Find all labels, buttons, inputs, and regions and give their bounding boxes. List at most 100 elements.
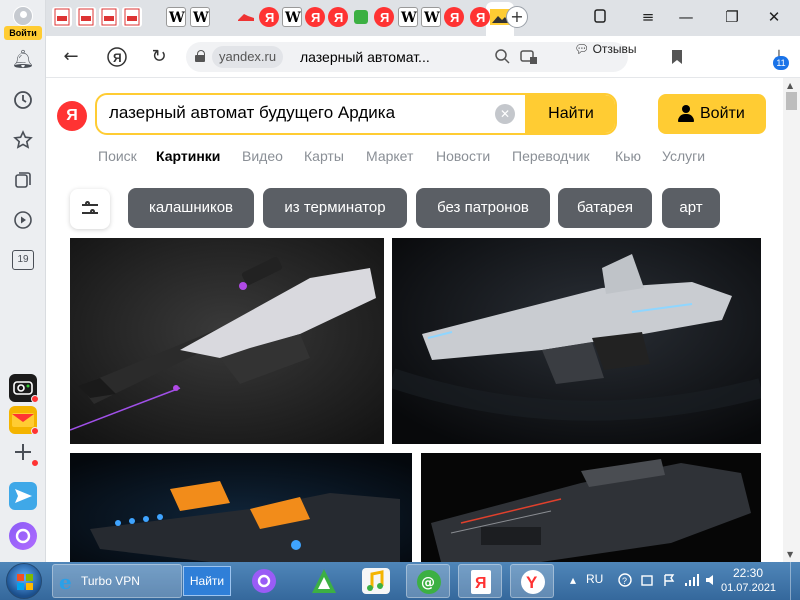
keyboard-language[interactable]: RU xyxy=(586,572,603,586)
menu-icon[interactable]: ≡ xyxy=(638,8,658,26)
search-box[interactable]: лазерный автомат будущего Ардика ✕ Найти xyxy=(95,93,617,135)
taskbar: e Turbo VPN Найти @ Я Y ▴ RU ? 22:30 01.… xyxy=(0,562,800,600)
alice-taskbar-icon[interactable] xyxy=(242,564,286,598)
tab-services[interactable]: Услуги xyxy=(662,148,705,164)
scroll-up-icon[interactable]: ▲ xyxy=(787,81,793,90)
login-button[interactable]: Войти xyxy=(658,94,766,134)
yandex-browser-taskbar-icon[interactable]: Y xyxy=(510,564,554,598)
star-icon[interactable] xyxy=(11,128,35,152)
video-icon[interactable] xyxy=(11,208,35,232)
sidebar-login[interactable]: Войти xyxy=(4,4,42,40)
back-icon[interactable]: ← xyxy=(58,44,84,70)
tab-pdf-icon[interactable] xyxy=(76,7,96,27)
send-app-icon[interactable] xyxy=(9,482,37,510)
aimp-icon[interactable] xyxy=(302,564,346,598)
scroll-thumb[interactable] xyxy=(786,92,797,110)
search-button[interactable]: Найти xyxy=(525,95,615,133)
icq-icon[interactable]: @ xyxy=(406,564,450,598)
camera-app-icon[interactable] xyxy=(9,374,39,403)
tab-yandex-icon[interactable]: Я xyxy=(444,7,464,27)
related-chip[interactable]: из терминатор xyxy=(263,188,407,228)
music-icon[interactable] xyxy=(354,564,398,598)
minimize-icon[interactable]: — xyxy=(676,8,696,26)
filters-button[interactable] xyxy=(70,189,110,229)
tab-yandex-icon[interactable]: Я xyxy=(305,7,325,27)
tab-wikipedia-icon[interactable]: W xyxy=(398,7,418,27)
turbo-vpn-taskbar-item[interactable]: e Turbo VPN xyxy=(52,564,182,598)
vpn-search-button[interactable]: Найти xyxy=(183,566,231,596)
address-bar[interactable]: yandex.ru лазерный автомат... xyxy=(186,42,628,72)
tab-pdf-icon[interactable] xyxy=(122,7,142,27)
related-chip[interactable]: арт xyxy=(662,188,720,228)
reviews-button[interactable]: 💬︎ Отзывы xyxy=(574,42,637,56)
calendar-icon[interactable]: 19 xyxy=(12,250,34,270)
tab-yandex-icon[interactable]: Я xyxy=(328,7,348,27)
image-result[interactable] xyxy=(70,453,412,562)
alice-icon[interactable] xyxy=(9,522,37,550)
ie-icon: e xyxy=(59,571,72,593)
related-chip[interactable]: калашников xyxy=(128,188,254,228)
tabs-manager-icon[interactable] xyxy=(590,8,610,28)
notification-dot xyxy=(31,427,39,435)
svg-text:?: ? xyxy=(622,576,627,586)
bookmark-icon[interactable] xyxy=(664,44,690,70)
search-input[interactable]: лазерный автомат будущего Ардика xyxy=(109,103,395,123)
tab-wikipedia-icon[interactable]: W xyxy=(190,7,210,27)
tab-video[interactable]: Видео xyxy=(242,148,283,164)
network-icon[interactable] xyxy=(684,573,700,590)
tray-expand-icon[interactable]: ▴ xyxy=(570,573,576,587)
tab-pdf-icon[interactable] xyxy=(52,7,72,27)
clear-search-icon[interactable]: ✕ xyxy=(495,104,515,124)
tab-strip: W W Я W Я Я Я W W Я Я + ≡ — ❐ ✕ xyxy=(46,0,800,36)
related-chip[interactable]: без патронов xyxy=(416,188,550,228)
yandex-taskbar-icon[interactable]: Я xyxy=(458,564,502,598)
add-app-icon[interactable] xyxy=(9,438,39,467)
tab-images[interactable]: Картинки xyxy=(156,148,220,164)
bell-icon[interactable]: 🔔︎ xyxy=(11,48,35,72)
domain-chip[interactable]: yandex.ru xyxy=(212,46,284,68)
mail-app-icon[interactable] xyxy=(9,406,39,435)
image-result[interactable] xyxy=(70,238,384,444)
tab-market[interactable]: Маркет xyxy=(366,148,413,164)
tab-wikipedia-icon[interactable]: W xyxy=(166,7,186,27)
reader-icon[interactable] xyxy=(494,48,510,68)
svg-text:@: @ xyxy=(421,575,435,591)
clock-time[interactable]: 22:30 xyxy=(733,566,763,580)
vpn-label: Turbo VPN xyxy=(81,574,140,588)
tab-news[interactable]: Новости xyxy=(436,148,490,164)
tab-search[interactable]: Поиск xyxy=(98,148,137,164)
yandex-logo[interactable]: Я xyxy=(57,101,87,131)
restore-icon[interactable]: ❐ xyxy=(722,8,742,26)
new-tab-button[interactable]: + xyxy=(506,6,528,28)
image-result[interactable] xyxy=(392,238,761,444)
tab-wikipedia-icon[interactable]: W xyxy=(282,7,302,27)
reload-icon[interactable]: ↻ xyxy=(146,44,172,70)
tab-yandex-icon[interactable]: Я xyxy=(259,7,279,27)
show-desktop-button[interactable] xyxy=(790,562,800,600)
tab-translator[interactable]: Переводчик xyxy=(512,148,590,164)
tab-yandex-icon[interactable]: Я xyxy=(470,7,490,27)
close-icon[interactable]: ✕ xyxy=(764,8,784,26)
volume-icon[interactable] xyxy=(704,573,718,590)
tab-green-square-icon[interactable] xyxy=(354,10,368,24)
history-icon[interactable] xyxy=(11,88,35,112)
tab-wikipedia-icon[interactable]: W xyxy=(421,7,441,27)
related-chip[interactable]: батарея xyxy=(558,188,652,228)
image-result[interactable] xyxy=(421,453,761,562)
start-button[interactable] xyxy=(6,563,42,599)
help-icon[interactable]: ? xyxy=(618,573,632,590)
page-scrollbar[interactable]: ▲ ▼ xyxy=(783,78,800,562)
tab-pdf-icon[interactable] xyxy=(99,7,119,27)
yandex-home-icon[interactable]: Я xyxy=(104,44,130,70)
tab-yandex-icon[interactable]: Я xyxy=(374,7,394,27)
flag-icon[interactable] xyxy=(662,573,676,590)
tab-q[interactable]: Кью xyxy=(615,148,641,164)
svg-text:Я: Я xyxy=(475,575,487,592)
tray-app-icon[interactable] xyxy=(640,573,654,590)
clock-date[interactable]: 01.07.2021 xyxy=(721,582,776,594)
collections-icon[interactable] xyxy=(11,168,35,192)
tab-maps[interactable]: Карты xyxy=(304,148,344,164)
protect-icon[interactable] xyxy=(520,48,538,68)
tab-shoe-icon[interactable] xyxy=(236,7,256,27)
scroll-down-icon[interactable]: ▼ xyxy=(787,550,793,559)
